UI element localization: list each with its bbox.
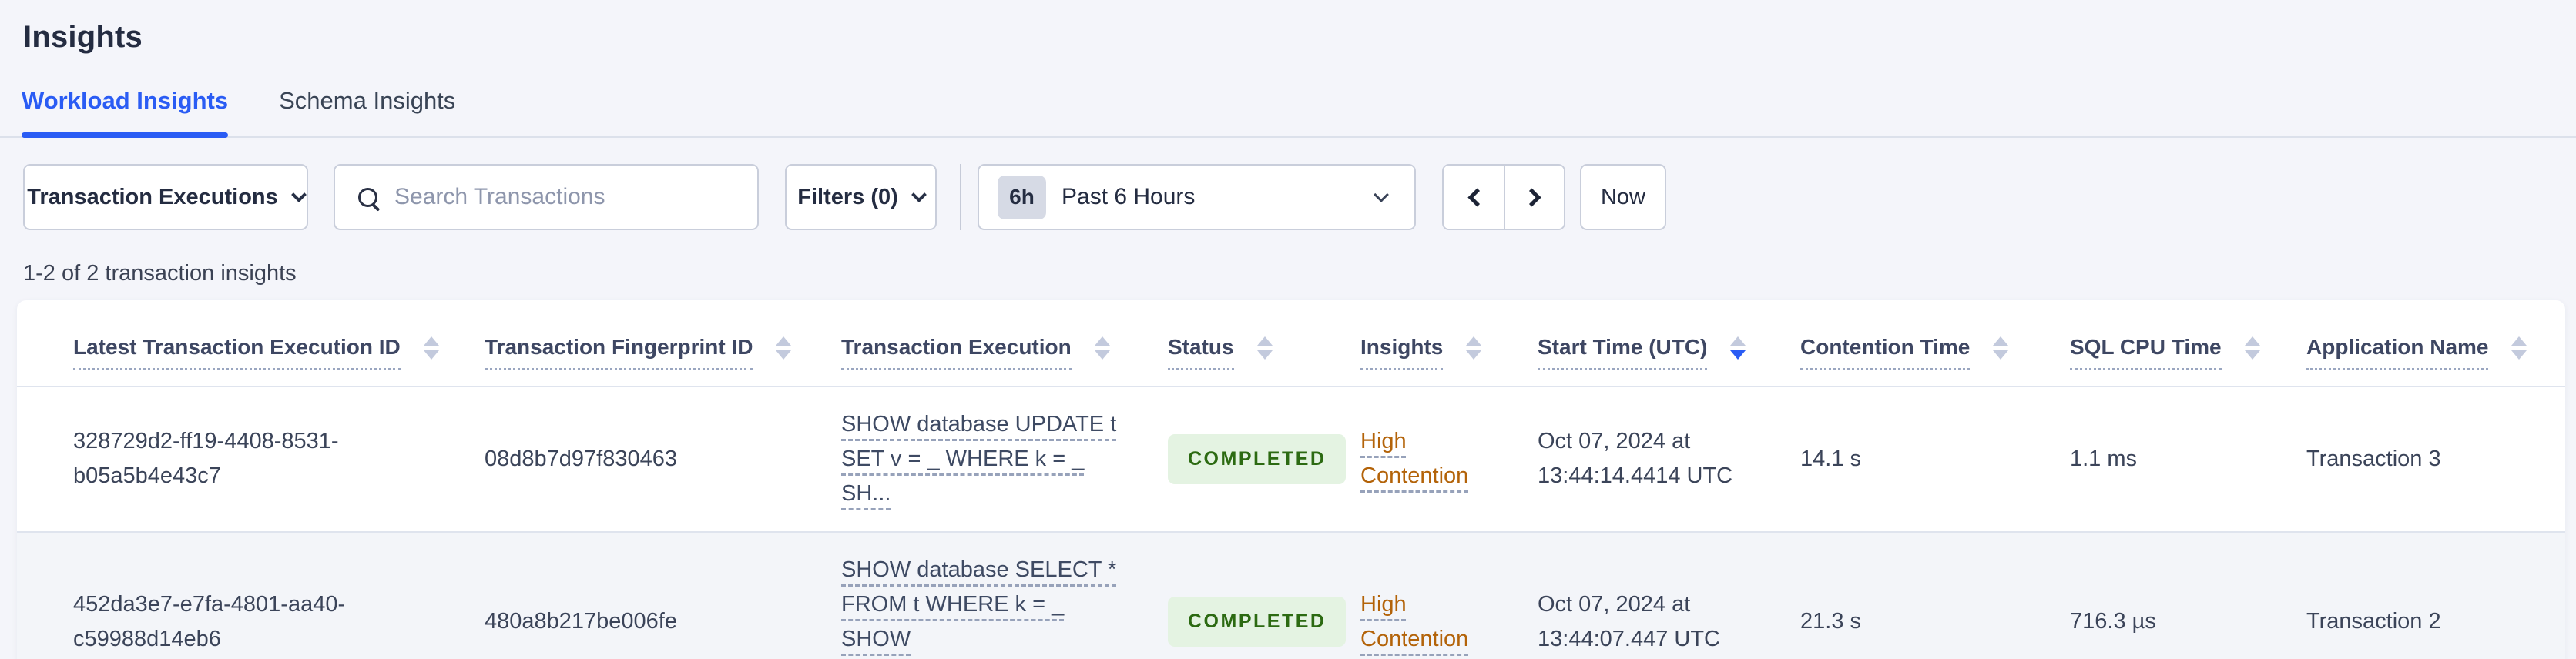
tab-label: Workload Insights (22, 87, 229, 114)
column-header-transaction-execution[interactable]: Transaction Execution (841, 335, 1168, 386)
execution-type-dropdown[interactable]: Transaction Executions (23, 164, 308, 230)
chevron-right-icon (1521, 187, 1541, 207)
sort-arrows-icon (776, 336, 792, 370)
filters-label: Filters (0) (797, 184, 898, 209)
column-header-insights[interactable]: Insights (1360, 335, 1538, 386)
transaction-execution-link[interactable]: SHOW database UPDATE t SET v = _ WHERE k… (841, 407, 1137, 511)
status-badge: COMPLETED (1168, 597, 1347, 647)
start-time-cell: Oct 07, 2024 at 13:44:14.4414 UTC (1538, 429, 1733, 489)
start-time-cell: Oct 07, 2024 at 13:44:07.447 UTC (1538, 591, 1720, 651)
chevron-left-icon (1467, 187, 1487, 207)
sort-arrows-icon (1256, 336, 1273, 370)
table-row: 328729d2-ff19-4408-8531-b05a5b4e43c7 08d… (17, 387, 2565, 533)
sql-cpu-time-cell: 1.1 ms (2070, 446, 2138, 471)
sort-arrows-icon (1094, 336, 1110, 370)
fingerprint-id-cell: 08d8b7d97f830463 (485, 446, 677, 471)
column-header-latest-transaction-execution-id[interactable]: Latest Transaction Execution ID (73, 335, 485, 386)
status-cell: COMPLETED (1168, 577, 1360, 659)
latest-execution-id-cell: 328729d2-ff19-4408-8531-b05a5b4e43c7 (73, 429, 339, 489)
tab-bar: Workload Insights Schema Insights (0, 0, 2576, 138)
time-prev-button[interactable] (1444, 166, 1504, 229)
column-header-contention-time[interactable]: Contention Time (1800, 335, 2070, 386)
search-box[interactable] (334, 164, 759, 230)
column-header-sql-cpu-time[interactable]: SQL CPU Time (2070, 335, 2306, 386)
transaction-execution-cell: SHOW database UPDATE t SET v = _ WHERE k… (841, 387, 1168, 531)
status-badge: COMPLETED (1168, 434, 1347, 484)
transaction-execution-cell: SHOW database SELECT * FROM t WHERE k = … (841, 533, 1168, 659)
execution-type-label: Transaction Executions (27, 184, 278, 209)
now-button[interactable]: Now (1580, 164, 1666, 230)
sort-arrows-icon (1466, 336, 1482, 370)
search-icon (358, 187, 377, 207)
transaction-execution-link[interactable]: SHOW database SELECT * FROM t WHERE k = … (841, 553, 1137, 659)
status-cell: COMPLETED (1168, 414, 1360, 504)
contention-time-cell: 21.3 s (1800, 609, 1861, 634)
chevron-down-icon (911, 186, 927, 202)
application-name-cell: Transaction 2 (2306, 609, 2441, 634)
filters-dropdown[interactable]: Filters (0) (785, 164, 937, 230)
sql-cpu-time-cell: 716.3 µs (2070, 609, 2156, 634)
insights-cell: High Contention (1360, 567, 1538, 659)
contention-time-cell: 14.1 s (1800, 446, 1861, 471)
tab-workload-insights[interactable]: Workload Insights (22, 87, 229, 138)
sort-arrows-icon (1730, 336, 1746, 370)
chevron-down-icon (290, 186, 307, 202)
table-row: 452da3e7-e7fa-4801-aa40-c59988d14eb6 480… (17, 532, 2565, 659)
time-range-pager (1442, 164, 1565, 230)
time-range-label: Past 6 Hours (1062, 184, 1196, 209)
tab-label: Schema Insights (279, 87, 456, 114)
sort-arrows-icon (1993, 336, 2009, 370)
results-summary: 1-2 of 2 transaction insights (23, 261, 297, 286)
insight-link[interactable]: High Contention (1360, 424, 1495, 493)
time-next-button[interactable] (1504, 166, 1564, 229)
toolbar-divider (960, 164, 961, 230)
latest-execution-id-cell: 452da3e7-e7fa-4801-aa40-c59988d14eb6 (73, 591, 346, 651)
search-input[interactable] (394, 184, 739, 210)
column-header-status[interactable]: Status (1168, 335, 1360, 386)
sort-arrows-icon (2244, 336, 2260, 370)
time-range-badge: 6h (998, 175, 1046, 219)
column-header-start-time[interactable]: Start Time (UTC) (1538, 335, 1800, 386)
sort-arrows-icon (2511, 336, 2527, 370)
column-header-transaction-fingerprint-id[interactable]: Transaction Fingerprint ID (485, 335, 841, 386)
sort-arrows-icon (423, 336, 439, 370)
column-header-application-name[interactable]: Application Name (2306, 335, 2542, 386)
chevron-down-icon (1374, 186, 1389, 202)
insights-cell: High Contention (1360, 404, 1538, 513)
application-name-cell: Transaction 3 (2306, 446, 2441, 471)
toolbar: Transaction Executions Filters (0) 6h Pa… (0, 164, 2576, 230)
time-range-picker[interactable]: 6h Past 6 Hours (978, 164, 1416, 230)
insights-table-card: Latest Transaction Execution ID Transact… (17, 300, 2565, 659)
table-header-row: Latest Transaction Execution ID Transact… (17, 300, 2565, 387)
insight-link[interactable]: High Contention (1360, 587, 1495, 657)
insights-page: Insights Workload Insights Schema Insigh… (0, 0, 2576, 659)
tab-schema-insights[interactable]: Schema Insights (279, 87, 455, 136)
fingerprint-id-cell: 480a8b217be006fe (485, 609, 677, 634)
